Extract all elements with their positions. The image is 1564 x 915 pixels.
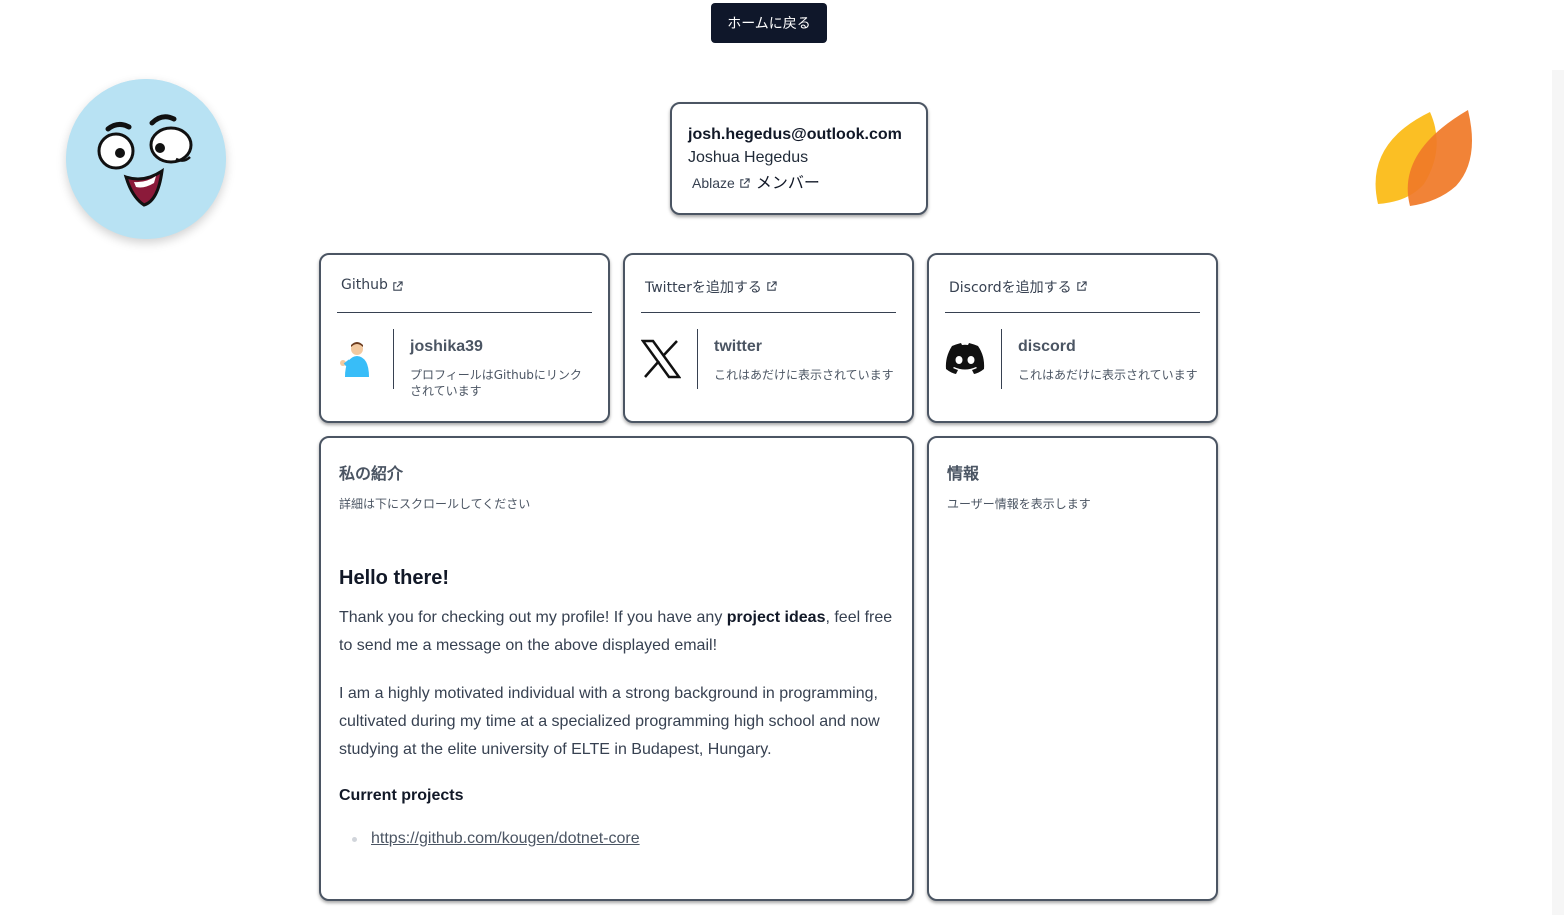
about-heading: Hello there! [339,567,450,589]
about-card: 私の紹介 詳細は下にスクロールしてください Hello there! Thank… [319,436,914,901]
external-link-icon [392,281,403,292]
add-twitter-link[interactable]: Twitterを追加する [645,277,762,297]
profile-name: Joshua Hegedus [688,149,809,166]
org-role: メンバー [755,173,820,192]
twitter-description: これはあだけに表示されています [714,368,894,382]
discord-card-header: Discordを追加する [945,275,1200,313]
twitter-card-header: Twitterを追加する [641,275,896,313]
add-discord-link[interactable]: Discordを追加する [949,277,1072,297]
about-title: 私の紹介 [339,464,404,483]
discord-header-label: Discordを追加する [949,280,1072,296]
twitter-username: twitter [714,338,762,355]
profile-card: josh.hegedus@outlook.com Joshua Hegedus … [670,102,928,215]
about-paragraph-2: I am a highly motivated individual with … [339,685,880,758]
github-description: プロフィールはGithubにリンクされています [410,368,582,398]
info-title: 情報 [947,464,980,483]
profile-org: Ablaze メンバー [688,170,926,196]
divider [697,329,698,389]
leaf-logo-icon [1368,104,1478,214]
external-link-icon [739,177,750,189]
about-content: Hello there! Thank you for checking out … [339,564,894,852]
projects-list: https://github.com/kougen/dotnet-core [339,826,894,852]
scrollbar-track[interactable] [1552,70,1564,915]
home-button[interactable]: ホームに戻る [711,3,827,43]
info-card: 情報 ユーザー情報を表示します [927,436,1218,901]
divider [1001,329,1002,389]
about-paragraph-1: Thank you for checking out my profile! I… [339,609,893,654]
bullet [352,836,357,842]
twitter-card: Twitterを追加する twitter これはあだけに表示されています [623,253,914,423]
org-link[interactable]: Ablaze [692,170,735,196]
external-link-icon [766,281,777,292]
discord-card: Discordを追加する discord これはあだけに表示されています [927,253,1218,423]
projects-heading: Current projects [339,787,464,804]
twitter-header-label: Twitterを追加する [645,280,762,296]
profile-email: josh.hegedus@outlook.com [688,126,902,143]
github-avatar-icon [337,329,377,389]
discord-username: discord [1018,338,1076,355]
github-card: Github joshika39 プロフィールはGithubにリンクされています [319,253,610,423]
github-card-header: Github [337,275,592,313]
list-item: https://github.com/kougen/dotnet-core [339,826,894,852]
discord-logo-icon [945,329,985,389]
discord-description: これはあだけに表示されています [1018,368,1198,382]
project-link[interactable]: https://github.com/kougen/dotnet-core [371,826,640,852]
x-logo-icon [641,329,681,389]
project-ideas-emphasis: project ideas [726,609,826,626]
about-subtitle: 詳細は下にスクロールしてください [339,497,531,511]
github-username: joshika39 [410,338,483,355]
external-link-icon [1076,281,1087,292]
github-link[interactable]: Github [341,277,388,293]
info-subtitle: ユーザー情報を表示します [947,497,1091,511]
org-name: Ablaze [692,175,735,191]
github-header-label: Github [341,277,388,293]
divider [393,329,394,389]
face-avatar-icon [66,79,226,239]
